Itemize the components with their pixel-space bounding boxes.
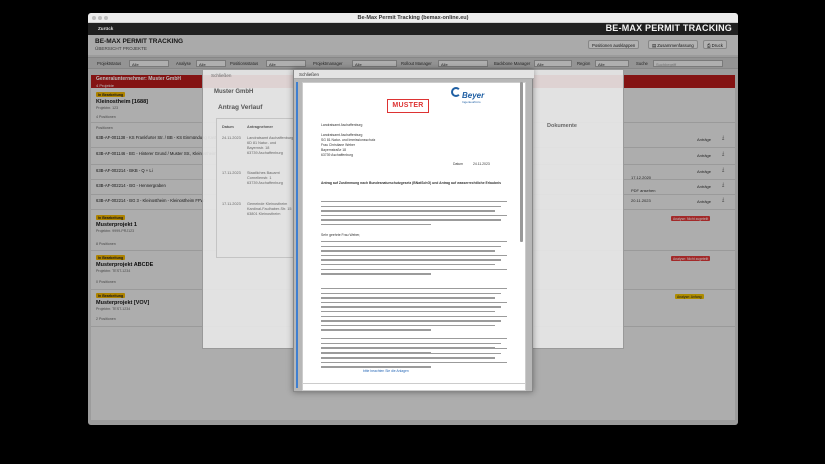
text-line xyxy=(321,264,495,266)
text-line xyxy=(321,201,507,203)
menu-bar: Zurück BE-MAX PERMIT TRACKING xyxy=(88,23,738,35)
letter-subject: Antrag auf Zustimmung nach Bundesnatursc… xyxy=(321,181,501,185)
address-line: Landratsamt Aschaffenburg xyxy=(321,133,363,137)
address-line: Bayernstraße 18 xyxy=(321,148,347,152)
entry-applicant: Gemeinde Kleinostheim Kardinal-Faulhaber… xyxy=(247,202,292,216)
page-progress-bar xyxy=(296,82,298,388)
text-line xyxy=(321,311,495,313)
text-line xyxy=(321,219,501,221)
text-line xyxy=(321,273,431,275)
document-page: MUSTER Beyer Ingenieurbüro Landratsamt A… xyxy=(302,82,526,391)
screen: Be-Max Permit Tracking (bemax-online.eu)… xyxy=(0,0,825,464)
entry-applicant: Staatliches Bauamt Cornelienstr. 1 63739… xyxy=(247,171,283,185)
muster-stamp: MUSTER xyxy=(387,99,429,113)
document-viewer: Schließen MUSTER Beyer Ingenieurbüro Lan… xyxy=(293,69,534,392)
text-line xyxy=(321,210,495,212)
letter-greeting: Sehr geehrte Frau Weber, xyxy=(321,233,361,237)
text-line xyxy=(321,320,501,322)
text-line xyxy=(321,342,501,344)
text-line xyxy=(321,306,501,308)
text-line xyxy=(321,292,501,294)
window-title: Be-Max Permit Tracking (bemax-online.eu) xyxy=(357,14,469,21)
text-line xyxy=(321,324,495,327)
viewer-scrollbar[interactable] xyxy=(520,82,523,242)
entry-date: 17.11.2023 xyxy=(222,202,241,206)
date-label: Datum xyxy=(453,162,463,166)
text-line xyxy=(321,301,507,304)
app-window: Be-Max Permit Tracking (bemax-online.eu)… xyxy=(88,13,738,425)
logo-name: Beyer xyxy=(462,91,485,100)
text-line xyxy=(321,297,495,299)
brand-label: BE-MAX PERMIT TRACKING xyxy=(605,23,732,33)
dialog-close-button[interactable]: Schließen xyxy=(211,73,231,78)
text-line xyxy=(321,329,431,331)
address-line: SG 81 Natur- und Immissionsschutz xyxy=(321,138,376,142)
text-line xyxy=(321,361,507,364)
text-line xyxy=(321,352,501,354)
col-applicant: Antragnehmer xyxy=(247,125,273,129)
sender-line: Landratsamt Aschaffenburg xyxy=(321,123,363,127)
text-line xyxy=(321,357,495,359)
text-line xyxy=(321,338,507,340)
footer-note: bitte beachten Sie die Anlagen xyxy=(363,369,409,373)
text-line xyxy=(321,348,507,350)
title-bar: Be-Max Permit Tracking (bemax-online.eu) xyxy=(88,13,738,23)
text-line xyxy=(321,224,431,226)
date-value: 24.11.2023 xyxy=(473,162,490,166)
text-line xyxy=(321,315,507,317)
address-line: 63739 Aschaffenburg xyxy=(321,153,353,157)
text-line xyxy=(321,254,507,257)
address-line: Frau Christiane Weber xyxy=(321,143,356,147)
logo-icon xyxy=(451,87,461,97)
text-line xyxy=(321,214,507,217)
viewer-close-button[interactable]: Schließen xyxy=(294,70,534,79)
page-footer-divider xyxy=(303,383,525,384)
text-line xyxy=(321,205,501,207)
text-line xyxy=(321,245,501,247)
section-title: Antrag Verlauf xyxy=(218,104,263,111)
text-line xyxy=(321,288,507,290)
company-logo: Beyer Ingenieurbüro xyxy=(450,84,520,108)
back-button[interactable]: Zurück xyxy=(98,26,113,31)
text-line xyxy=(321,259,501,261)
col-date: Datum xyxy=(222,125,234,129)
logo-tagline: Ingenieurbüro xyxy=(462,100,481,104)
text-line xyxy=(321,250,495,252)
company-name: Muster GmbH xyxy=(214,89,254,95)
entry-applicant: Landratsamt Aschaffenburg 6D 81 Natur- u… xyxy=(247,136,294,155)
entry-date: 17.11.2023 xyxy=(222,171,241,175)
documents-title: Dokumente xyxy=(547,123,577,129)
text-line xyxy=(321,366,431,368)
text-line xyxy=(321,268,507,270)
text-line xyxy=(321,241,507,243)
entry-date: 24.11.2023 xyxy=(222,136,241,140)
